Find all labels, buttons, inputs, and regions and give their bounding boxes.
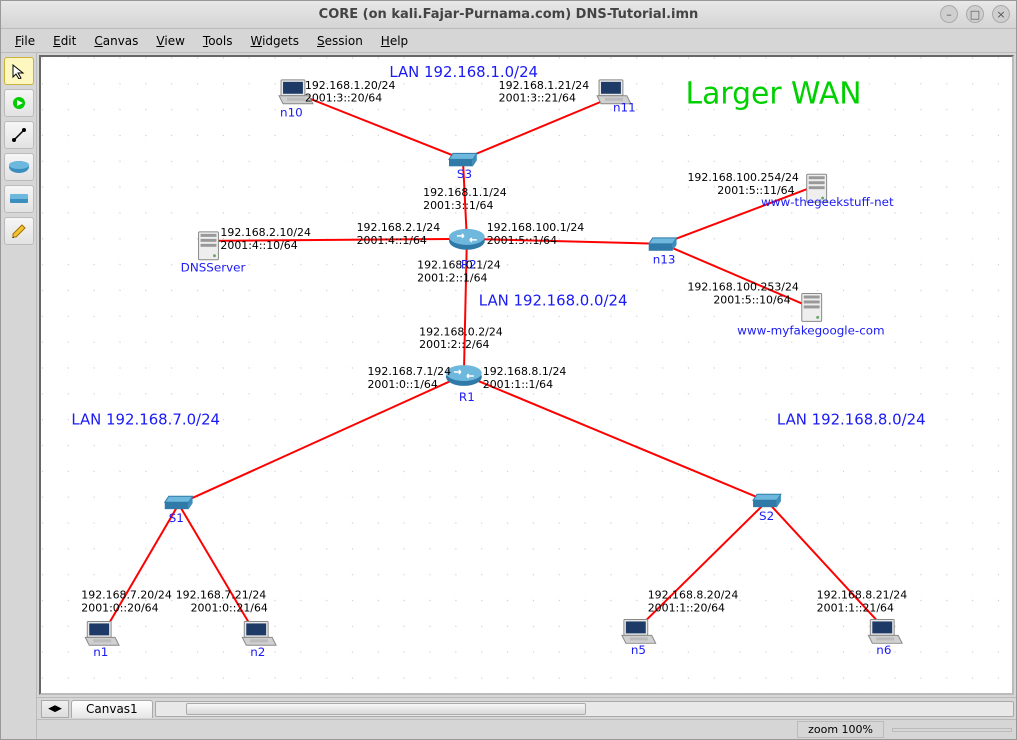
menu-session[interactable]: Session [309,32,371,50]
tool-switch[interactable] [4,185,34,213]
r1-up-ip6: 2001:2::2/64 [419,338,489,351]
node-fakegoogle[interactable] [802,294,822,322]
dns-label: DNSServer [181,261,246,275]
lan7-label: LAN 192.168.7.0/24 [71,411,220,429]
n6-ip6: 2001:1::21/64 [817,602,894,615]
canvas-tabs-row: ◀▶ Canvas1 [37,697,1016,719]
r1-left-ip6: 2001:0::1/64 [368,378,438,391]
window-maximize-button[interactable]: □ [966,5,984,23]
node-r2[interactable] [449,229,485,250]
scrollbar-thumb[interactable] [186,703,586,715]
tabs-scroll-left[interactable]: ◀▶ [41,700,69,718]
menu-widgets[interactable]: Widgets [242,32,307,50]
n11-label: n11 [613,101,636,115]
menu-tools[interactable]: Tools [195,32,241,50]
n1-label: n1 [93,645,108,659]
goog-ip: 192.168.100.253/24 [687,281,798,294]
lan0-label: LAN 192.168.0.0/24 [479,291,628,309]
node-dnsserver[interactable] [199,232,219,260]
n6-ip: 192.168.8.21/24 [817,589,908,602]
r2-down-ip: 192.168.0.1/24 [417,259,501,272]
n2-ip6: 2001:0::21/64 [191,602,268,615]
n10-ip6: 2001:3::20/64 [305,92,382,105]
n11-ip6: 2001:3::21/64 [499,92,576,105]
window-minimize-button[interactable]: – [940,5,958,23]
banner-title: Larger WAN [686,77,862,112]
tab-canvas1[interactable]: Canvas1 [71,700,153,718]
node-s1[interactable] [165,496,193,509]
status-empty [892,728,1012,732]
r1-label: R1 [459,390,475,404]
n1-ip: 192.168.7.20/24 [81,589,172,602]
cursor-icon [11,63,27,79]
n10-label: n10 [280,106,303,120]
r1-right-ip6: 2001:1::1/64 [483,378,553,391]
node-n13[interactable] [649,238,677,251]
n2-ip: 192.168.7.21/24 [176,589,267,602]
lan8-label: LAN 192.168.8.0/24 [777,411,926,429]
n5-ip: 192.168.8.20/24 [648,589,739,602]
s3-label: S3 [457,167,472,181]
geek-ip: 192.168.100.254/24 [687,171,798,184]
lan1-label: LAN 192.168.1.0/24 [389,63,538,81]
goog-label: www-myfakegoogle-com [737,323,884,337]
geek-label: www-thegeekstuff-net [761,195,894,209]
node-s3[interactable] [449,153,477,166]
s1-label: S1 [169,511,184,525]
r2-up-ip6: 2001:3::1/64 [423,199,493,212]
tool-annotate[interactable] [4,217,34,245]
menu-canvas[interactable]: Canvas [86,32,146,50]
r2-left-ip6: 2001:4::1/64 [357,234,427,247]
pencil-icon [10,222,28,240]
r2-up-ip: 192.168.1.1/24 [423,186,507,199]
play-icon [12,96,26,110]
s2-label: S2 [759,509,774,523]
tool-router[interactable] [4,153,34,181]
r2-left-ip: 192.168.2.1/24 [357,221,441,234]
n6-label: n6 [876,643,891,657]
tool-run[interactable] [4,89,34,117]
window-titlebar: CORE (on kali.Fajar-Purnama.com) DNS-Tut… [1,1,1016,29]
r2-right-ip: 192.168.100.1/24 [487,221,585,234]
canvas-viewport[interactable]: 192.168.1.20/24 2001:3::20/64 n10 192.16… [39,55,1014,695]
menubar: File Edit Canvas View Tools Widgets Sess… [1,29,1016,53]
goog-ip6: 2001:5::10/64 [713,293,790,306]
r1-left-ip: 192.168.7.1/24 [368,365,452,378]
link-icon [10,126,28,144]
menu-edit[interactable]: Edit [45,32,84,50]
tool-select[interactable] [4,57,34,85]
r1-right-ip: 192.168.8.1/24 [483,365,567,378]
menu-file[interactable]: File [7,32,43,50]
n5-ip6: 2001:1::20/64 [648,602,725,615]
status-zoom: zoom 100% [797,721,884,738]
r2-right-ip6: 2001:5::1/64 [487,234,557,247]
n5-label: n5 [631,643,646,657]
window-title: CORE (on kali.Fajar-Purnama.com) DNS-Tut… [1,7,1016,22]
dns-ip: 192.168.2.10/24 [220,226,311,239]
n10-ip: 192.168.1.20/24 [305,79,396,92]
status-bar: zoom 100% [37,719,1016,739]
menu-help[interactable]: Help [373,32,416,50]
horizontal-scrollbar[interactable] [155,701,1014,717]
n2-label: n2 [250,645,265,659]
r1-up-ip: 192.168.0.2/24 [419,325,503,338]
network-canvas[interactable]: 192.168.1.20/24 2001:3::20/64 n10 192.16… [41,57,1012,693]
switch-icon [8,192,30,206]
tool-link[interactable] [4,121,34,149]
node-s2[interactable] [753,494,781,507]
window-close-button[interactable]: × [992,5,1010,23]
toolbar [1,53,37,739]
menu-view[interactable]: View [148,32,192,50]
dns-ip6: 2001:4::10/64 [220,239,297,252]
node-r1[interactable] [446,365,482,386]
n13-label: n13 [653,253,676,267]
router-icon [8,159,30,175]
n1-ip6: 2001:0::20/64 [81,602,158,615]
r2-down-ip6: 2001:2::1/64 [417,272,487,285]
